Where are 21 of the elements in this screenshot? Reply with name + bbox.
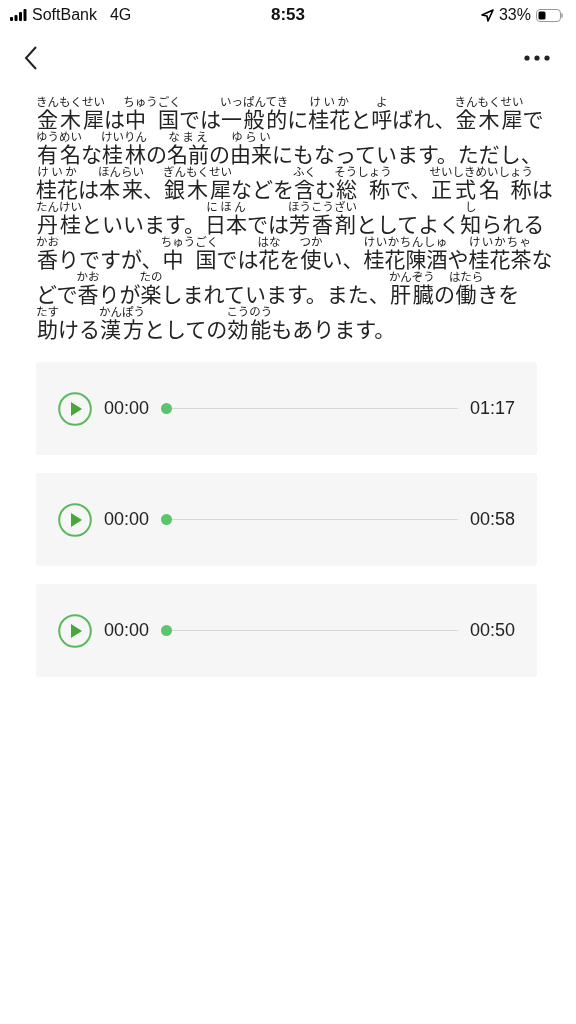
battery-percent: 33% [498, 6, 531, 24]
play-icon[interactable] [58, 613, 92, 648]
signal-icon [10, 9, 27, 21]
location-arrow-icon [480, 8, 494, 22]
current-time: 00:00 [104, 620, 150, 641]
progress-thumb[interactable] [161, 514, 173, 525]
carrier-name: SoftBank [32, 6, 97, 24]
progress-thumb[interactable] [161, 625, 173, 636]
clock-time: 8:53 [271, 5, 305, 25]
more-icon[interactable] [524, 55, 550, 61]
current-time: 00:00 [104, 398, 150, 419]
duration-time: 00:58 [469, 509, 515, 530]
network-type: 4G [109, 6, 132, 24]
duration-time: 00:50 [469, 620, 515, 641]
current-time: 00:00 [104, 509, 150, 530]
duration-time: 01:17 [469, 398, 515, 419]
back-icon[interactable] [24, 45, 38, 71]
play-icon[interactable] [58, 391, 92, 426]
play-icon[interactable] [58, 502, 92, 537]
progress-thumb[interactable] [161, 403, 173, 414]
battery-icon [536, 8, 564, 22]
